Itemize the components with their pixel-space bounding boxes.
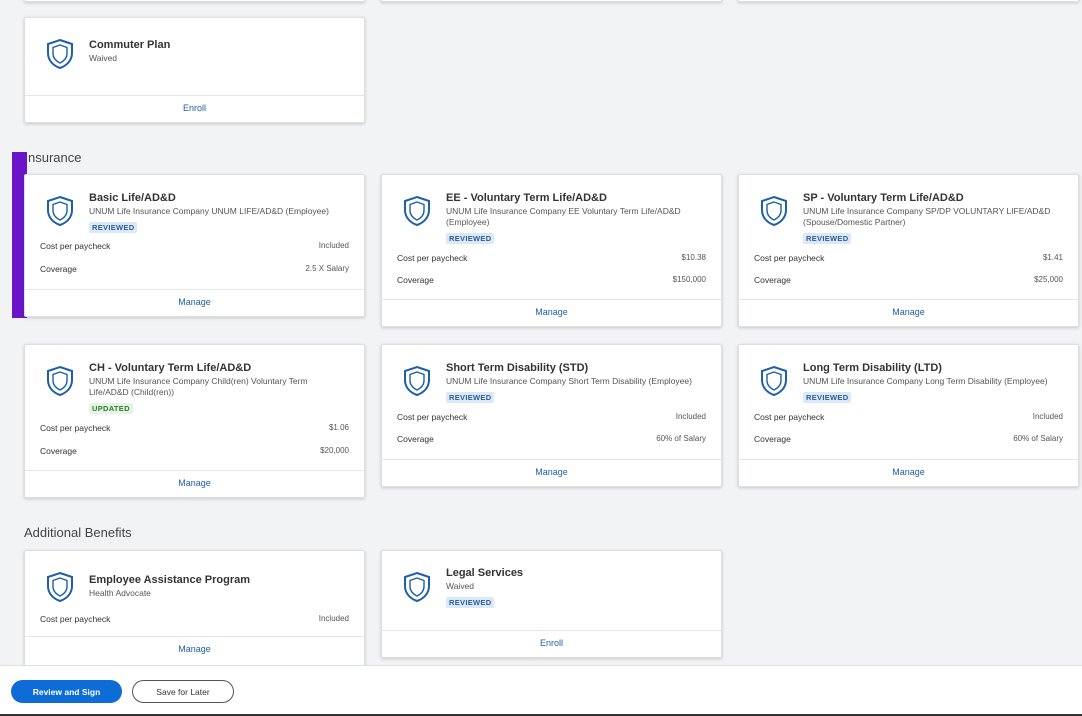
coverage-row: Coverage $150,000	[397, 275, 706, 285]
coverage-row: Coverage $20,000	[40, 446, 349, 456]
card-subtitle: Health Advocate	[89, 588, 151, 598]
coverage-row: Coverage $25,000	[754, 275, 1063, 285]
coverage-value: $25,000	[1034, 275, 1063, 284]
coverage-label: Coverage	[397, 275, 434, 285]
cost-row: Cost per paycheck $1.41	[754, 253, 1063, 263]
card-title: Basic Life/AD&D	[89, 192, 176, 204]
card-subtitle: UNUM Life Insurance Company EE Voluntary…	[446, 206, 681, 227]
card-stub	[24, 0, 365, 2]
card-title: CH - Voluntary Term Life/AD&D	[89, 362, 252, 374]
cost-label: Cost per paycheck	[397, 253, 468, 263]
status-badge: REVIEWED	[803, 392, 852, 403]
benefit-card-sp-voluntary-life: SP - Voluntary Term Life/AD&D UNUM Life …	[738, 174, 1079, 327]
section-title-additional-benefits: Additional Benefits	[24, 525, 132, 540]
card-title: Employee Assistance Program	[89, 574, 250, 586]
card-subtitle: UNUM Life Insurance Company Child(ren) V…	[89, 376, 308, 397]
coverage-label: Coverage	[754, 275, 791, 285]
manage-link[interactable]: Manage	[382, 459, 721, 486]
coverage-row: Coverage 60% of Salary	[754, 434, 1063, 444]
card-subtitle: Waived	[89, 53, 118, 63]
benefit-card-basic-life: Basic Life/AD&D UNUM Life Insurance Comp…	[24, 174, 365, 317]
cost-row: Cost per paycheck $10.38	[397, 253, 706, 263]
save-for-later-button[interactable]: Save for Later	[132, 680, 234, 703]
card-subtitle: UNUM Life Insurance Company Short Term D…	[446, 376, 692, 386]
section-title-insurance: nsurance	[28, 150, 82, 165]
benefit-card-ch-voluntary-life: CH - Voluntary Term Life/AD&D UNUM Life …	[24, 344, 365, 498]
cost-value: $1.41	[1042, 253, 1063, 262]
cost-row: Cost per paycheck $1.06	[40, 423, 349, 433]
coverage-value: 2.5 X Salary	[305, 264, 349, 273]
status-badge: REVIEWED	[446, 233, 495, 244]
card-title: EE - Voluntary Term Life/AD&D	[446, 192, 607, 204]
manage-link[interactable]: Manage	[25, 289, 364, 316]
cost-value: Included	[675, 412, 706, 421]
manage-link[interactable]: Manage	[382, 299, 721, 326]
cost-label: Cost per paycheck	[397, 412, 468, 422]
card-title: Short Term Disability (STD)	[446, 362, 589, 374]
coverage-value: $150,000	[672, 275, 706, 284]
status-badge: REVIEWED	[446, 392, 495, 403]
card-subtitle: UNUM Life Insurance Company UNUM LIFE/AD…	[89, 206, 329, 216]
coverage-value: 60% of Salary	[1013, 434, 1063, 443]
cost-row: Cost per paycheck Included	[397, 412, 706, 422]
card-title: SP - Voluntary Term Life/AD&D	[803, 192, 964, 204]
cost-label: Cost per paycheck	[754, 253, 825, 263]
cost-value: $1.06	[328, 423, 349, 432]
coverage-label: Coverage	[40, 264, 77, 274]
benefit-card-commuter-plan: Commuter Plan Waived Enroll	[24, 17, 365, 123]
cost-label: Cost per paycheck	[40, 614, 111, 624]
card-stub	[381, 0, 722, 2]
card-title: Long Term Disability (LTD)	[803, 362, 942, 374]
coverage-row: Coverage 2.5 X Salary	[40, 264, 349, 274]
benefit-card-ee-voluntary-life: EE - Voluntary Term Life/AD&D UNUM Life …	[381, 174, 722, 327]
manage-link[interactable]: Manage	[739, 299, 1078, 326]
manage-link[interactable]: Manage	[25, 470, 364, 497]
status-badge: UPDATED	[89, 403, 133, 414]
manage-link[interactable]: Manage	[739, 459, 1078, 486]
cost-value: Included	[318, 241, 349, 250]
review-and-sign-button[interactable]: Review and Sign	[11, 680, 122, 703]
benefit-card-short-term-disability: Short Term Disability (STD) UNUM Life In…	[381, 344, 722, 487]
coverage-label: Coverage	[40, 446, 77, 456]
coverage-value: $20,000	[320, 446, 349, 455]
benefit-card-employee-assistance: Employee Assistance Program Health Advoc…	[24, 550, 365, 668]
card-subtitle: UNUM Life Insurance Company SP/DP VOLUNT…	[803, 206, 1051, 227]
card-title: Legal Services	[446, 567, 524, 579]
cost-value: Included	[318, 614, 349, 623]
cost-value: $10.38	[681, 253, 706, 262]
card-title: Commuter Plan	[89, 39, 171, 51]
coverage-row: Coverage 60% of Salary	[397, 434, 706, 444]
enroll-link[interactable]: Enroll	[382, 630, 721, 657]
manage-link[interactable]: Manage	[25, 636, 364, 663]
status-badge: REVIEWED	[446, 597, 495, 608]
cost-row: Cost per paycheck Included	[754, 412, 1063, 422]
cost-row: Cost per paycheck Included	[40, 241, 349, 251]
cost-label: Cost per paycheck	[754, 412, 825, 422]
card-subtitle: Waived	[446, 581, 475, 591]
cost-value: Included	[1032, 412, 1063, 421]
benefit-card-long-term-disability: Long Term Disability (LTD) UNUM Life Ins…	[738, 344, 1079, 487]
enroll-link[interactable]: Enroll	[25, 95, 364, 122]
card-subtitle: UNUM Life Insurance Company Long Term Di…	[803, 376, 1048, 386]
coverage-value: 60% of Salary	[656, 434, 706, 443]
card-stub	[738, 0, 1079, 2]
coverage-label: Coverage	[754, 434, 791, 444]
status-badge: REVIEWED	[803, 233, 852, 244]
cost-label: Cost per paycheck	[40, 241, 111, 251]
bottom-action-bar: Review and Sign Save for Later	[0, 665, 1082, 716]
cost-label: Cost per paycheck	[40, 423, 111, 433]
coverage-label: Coverage	[397, 434, 434, 444]
benefit-card-legal-services: Legal Services Waived REVIEWED Enroll	[381, 550, 722, 658]
cost-row: Cost per paycheck Included	[40, 614, 349, 624]
status-badge: REVIEWED	[89, 222, 138, 233]
